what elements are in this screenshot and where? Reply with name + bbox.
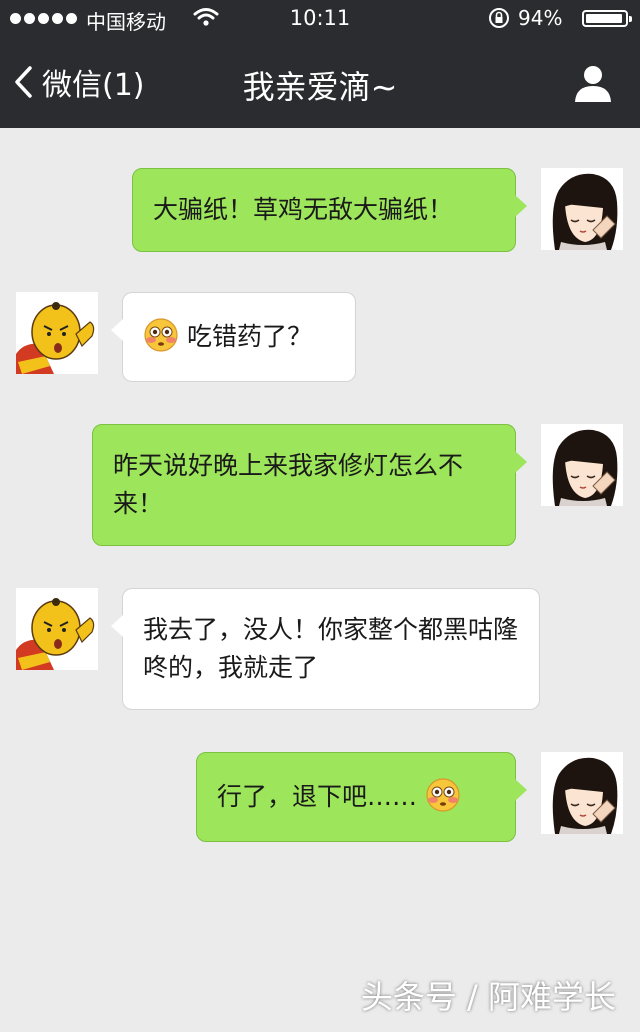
chat-title: 我亲爱滴~: [242, 68, 398, 106]
message-text: 大骗纸！草鸡无敌大骗纸！: [153, 195, 454, 224]
message-bubble-incoming[interactable]: 我去了，没人！你家整个都黑咕隆咚的，我就走了: [111, 588, 540, 710]
girl-avatar[interactable]: [541, 752, 623, 834]
message-text: 我去了，没人！你家整个都黑咕隆咚的，我就走了: [143, 615, 519, 682]
person-icon[interactable]: [572, 62, 614, 104]
battery-icon: [582, 10, 632, 27]
flushed-face-emoji: [425, 777, 461, 813]
message-text: 行了，退下吧……: [217, 782, 418, 811]
flushed-face-emoji: [143, 317, 179, 353]
boy-avatar[interactable]: [16, 588, 98, 670]
message-bubble-incoming[interactable]: 吃错药了？: [111, 292, 356, 382]
girl-avatar[interactable]: [541, 424, 623, 506]
girl-avatar[interactable]: [541, 168, 623, 250]
message-bubble-outgoing[interactable]: 大骗纸！草鸡无敌大骗纸！: [132, 168, 527, 252]
battery-percent: 94%: [518, 6, 563, 30]
message-bubble-outgoing[interactable]: 昨天说好晚上来我家修灯怎么不来！: [92, 424, 527, 546]
boy-avatar[interactable]: [16, 292, 98, 374]
status-bar: 中国移动 10:11 94%: [0, 0, 640, 36]
message-text: 昨天说好晚上来我家修灯怎么不来！: [113, 451, 464, 518]
message-bubble-outgoing[interactable]: 行了，退下吧……: [196, 752, 527, 842]
top-bar: 中国移动 10:11 94% 微信(1) 我亲爱滴~: [0, 0, 640, 128]
message-text: 吃错药了？: [186, 322, 312, 351]
rotation-lock-icon: [489, 8, 509, 28]
watermark: 头条号 / 阿难学长: [360, 978, 616, 1016]
